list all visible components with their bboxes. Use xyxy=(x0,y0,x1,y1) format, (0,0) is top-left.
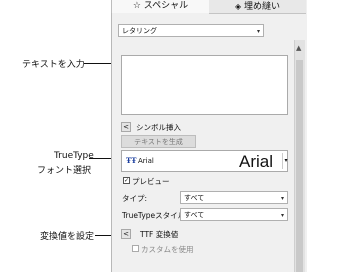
scroll-up-icon[interactable]: ▲ xyxy=(296,44,301,52)
callout-enter-text: テキストを入力 xyxy=(22,60,85,70)
type-select-value: すべて xyxy=(184,194,205,202)
chevron-down-icon: ▾ xyxy=(256,28,260,35)
type-select[interactable]: すべて ▾ xyxy=(180,191,288,204)
tab-label: 埋め縫い xyxy=(244,2,281,12)
tab-fill[interactable]: ◈ 埋め縫い xyxy=(209,0,306,14)
callout-truetype-line2: フォント選択 xyxy=(37,166,92,176)
text-input-area[interactable] xyxy=(121,55,288,115)
type-label: タイプ: xyxy=(122,194,148,203)
fill-stitch-icon: ◈ xyxy=(234,2,242,11)
use-custom-label: カスタムを使用 xyxy=(141,245,194,254)
ttf-conversion-toggle[interactable]: < xyxy=(121,229,131,239)
truetype-font-select[interactable]: ŦŦ Arial Arial ▾ xyxy=(121,150,288,172)
chevron-down-icon: ▾ xyxy=(280,195,284,202)
symbol-insert-label: シンボル挿入 xyxy=(136,123,181,132)
font-name: Arial xyxy=(138,157,154,165)
chevron-down-icon: ▾ xyxy=(280,212,284,219)
tab-special[interactable]: ☆ スペシャル xyxy=(111,0,210,13)
generate-text-button[interactable]: テキストを生成 xyxy=(121,135,196,148)
scrollbar-thumb[interactable] xyxy=(296,60,303,272)
ttf-conversion-label: TTF 変換値 xyxy=(140,230,179,239)
lettering-select-value: レタリング xyxy=(122,27,157,35)
callout-line xyxy=(84,63,114,64)
callout-set-conversion: 変換値を設定 xyxy=(40,232,95,242)
truetype-style-label: TrueTypeスタイル: xyxy=(122,211,188,220)
preview-label: プレビュー xyxy=(132,177,170,186)
use-custom-checkbox[interactable] xyxy=(132,245,139,252)
symbol-insert-toggle[interactable]: < xyxy=(121,122,131,132)
chevron-down-icon[interactable]: ▾ xyxy=(282,153,289,169)
tab-bar: ☆ スペシャル ◈ 埋め縫い xyxy=(111,0,306,14)
callout-truetype-line1: TrueType xyxy=(54,151,94,161)
font-preview: Arial xyxy=(239,152,274,171)
truetype-icon: ŦŦ xyxy=(126,156,137,165)
lettering-select[interactable]: レタリング ▾ xyxy=(118,24,264,37)
truetype-style-select[interactable]: すべて ▾ xyxy=(180,208,288,221)
star-icon: ☆ xyxy=(132,1,141,11)
preview-checkbox[interactable]: ✓ xyxy=(123,177,130,184)
tab-label: スペシャル xyxy=(143,1,189,11)
truetype-style-select-value: すべて xyxy=(184,211,205,219)
